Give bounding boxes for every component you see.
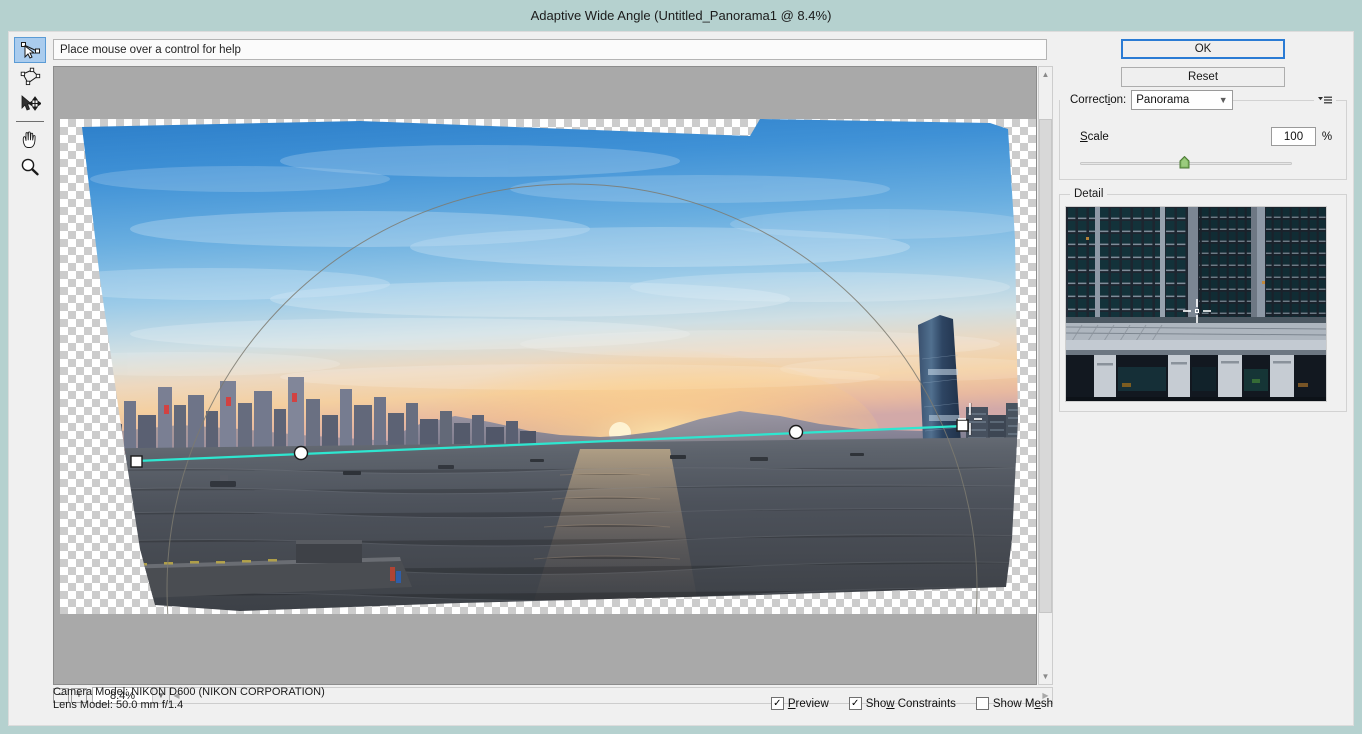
adaptive-wide-angle-window: Adaptive Wide Angle (Untitled_Panorama1 … <box>0 0 1362 734</box>
scale-slider-thumb[interactable] <box>1179 156 1190 169</box>
scroll-up-arrow[interactable]: ▲ <box>1039 67 1052 82</box>
preview-checkbox-label: Preview <box>787 697 829 710</box>
correction-select[interactable]: Panorama ▼ <box>1131 90 1234 110</box>
constraint-handle-mid-right[interactable] <box>788 424 804 440</box>
correction-row: Correction: Panorama ▼ <box>1060 90 1346 110</box>
hand-tool[interactable] <box>14 127 46 153</box>
camera-model-text: Camera Model: NIKON D600 (NIKON CORPORAT… <box>53 686 325 698</box>
correction-group: Correction: Panorama ▼ Scale 100 % <box>1059 90 1347 180</box>
panel-flyout-menu-icon[interactable] <box>1314 95 1336 105</box>
scale-slider[interactable] <box>1080 155 1292 171</box>
show-mesh-checkbox-label: Show Mesh <box>992 697 1053 710</box>
image-canvas[interactable] <box>53 66 1037 685</box>
lens-model-text: Lens Model: 50.0 mm f/1.4 <box>53 699 184 711</box>
move-tool[interactable] <box>14 91 46 117</box>
chevron-down-icon[interactable]: ▼ <box>1214 95 1232 105</box>
options-panel: OK Reset Correction: Panorama ▼ Scale 10… <box>1059 39 1347 719</box>
scroll-down-arrow[interactable]: ▼ <box>1039 669 1052 684</box>
detail-group: Detail <box>1059 188 1347 412</box>
ok-button[interactable]: OK <box>1121 39 1285 59</box>
preview-area: ▲ ▼ − + 8.4% ▼ ◀ ▶ <box>53 66 1053 704</box>
toolbar-divider <box>16 121 44 122</box>
dialog-body: Place mouse over a control for help ▲ ▼ … <box>8 31 1354 726</box>
scale-label: Scale <box>1080 130 1109 143</box>
scale-row: Scale 100 % <box>1060 127 1346 146</box>
constraint-handle-start[interactable] <box>130 455 143 468</box>
show-constraints-checkbox[interactable]: ✓ Show Constraints <box>848 697 956 710</box>
constraint-handle-mid-left[interactable] <box>293 445 309 461</box>
preview-checkbox-box[interactable]: ✓ <box>770 697 784 710</box>
constraint-tool[interactable] <box>14 37 46 63</box>
constraint-handle-end[interactable] <box>956 419 969 432</box>
preview-checkbox[interactable]: ✓ Preview <box>770 697 829 710</box>
window-titlebar: Adaptive Wide Angle (Untitled_Panorama1 … <box>0 0 1362 31</box>
correction-value: Panorama <box>1136 94 1190 106</box>
polygon-constraint-tool[interactable] <box>14 64 46 90</box>
help-bar: Place mouse over a control for help <box>53 39 1047 60</box>
scale-value: 100 <box>1283 130 1304 143</box>
detail-preview-image <box>1066 207 1326 401</box>
scale-input[interactable]: 100 <box>1271 127 1316 146</box>
reset-button[interactable]: Reset <box>1121 67 1285 87</box>
tool-palette <box>14 37 48 176</box>
show-constraints-checkbox-label: Show Constraints <box>865 697 956 710</box>
show-mesh-checkbox-box[interactable] <box>975 697 989 710</box>
exif-info: Camera Model: NIKON D600 (NIKON CORPORAT… <box>53 686 325 712</box>
canvas-vertical-scrollbar[interactable]: ▲ ▼ <box>1038 66 1053 685</box>
footer-checkboxes: ✓ Preview ✓ Show Constraints Show Mesh <box>770 697 1053 710</box>
help-text: Place mouse over a control for help <box>60 43 241 56</box>
correction-label: Correction: <box>1060 94 1132 106</box>
detail-preview[interactable] <box>1065 206 1327 402</box>
show-constraints-checkbox-box[interactable]: ✓ <box>848 697 862 710</box>
detail-label: Detail <box>1070 188 1108 200</box>
window-title: Adaptive Wide Angle (Untitled_Panorama1 … <box>530 8 832 23</box>
vertical-scroll-thumb[interactable] <box>1039 119 1052 613</box>
constraint-overlay[interactable] <box>60 119 1036 614</box>
panorama-image-wrap <box>60 119 1036 614</box>
zoom-tool[interactable] <box>14 154 46 180</box>
show-mesh-checkbox[interactable]: Show Mesh <box>975 697 1053 710</box>
scale-unit-label: % <box>1321 130 1333 143</box>
